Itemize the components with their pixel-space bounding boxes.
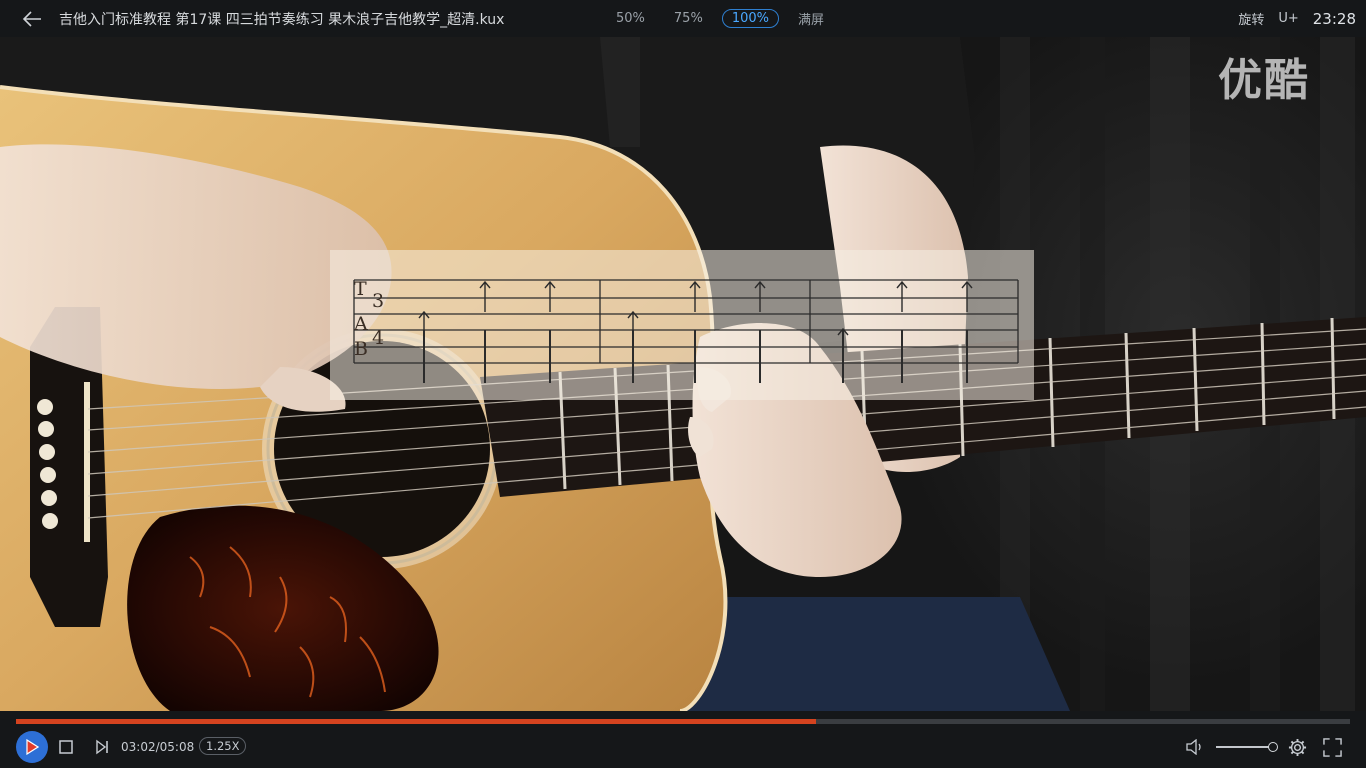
time-signature-bottom: 4 bbox=[372, 327, 385, 349]
settings-button[interactable] bbox=[1288, 738, 1307, 757]
stop-icon bbox=[59, 740, 73, 754]
upload-button[interactable]: U+ bbox=[1278, 11, 1298, 26]
fullscreen-icon bbox=[1323, 738, 1342, 757]
volume-knob[interactable] bbox=[1268, 742, 1278, 752]
tab-letter-b: B bbox=[354, 338, 368, 360]
back-button[interactable] bbox=[17, 0, 47, 37]
top-right-tools: 旋转 U+ 23:28 bbox=[1238, 0, 1356, 37]
gear-icon bbox=[1288, 738, 1307, 757]
tab-letter-a: A bbox=[354, 313, 368, 335]
tablature-staff bbox=[353, 279, 1019, 383]
zoom-options: 50% 75% 100% 满屏 bbox=[606, 7, 843, 30]
next-icon bbox=[96, 739, 108, 755]
watermark-logo: 优酷 bbox=[1218, 55, 1310, 106]
back-arrow-icon bbox=[22, 10, 41, 27]
rotate-button[interactable]: 旋转 bbox=[1238, 9, 1264, 28]
fullscreen-button[interactable] bbox=[1323, 738, 1342, 757]
tablature-overlay: T A B 3 4 bbox=[330, 250, 1034, 400]
zoom-50-button[interactable]: 50% bbox=[606, 9, 655, 28]
zoom-75-button[interactable]: 75% bbox=[664, 9, 713, 28]
volume-slider[interactable] bbox=[1216, 746, 1272, 748]
player-controls: 03:02/05:08 1.25X bbox=[0, 711, 1366, 768]
top-bar: 吉他入门标准教程 第17课 四三拍节奏练习 果木浪子吉他教学_超清.kux 50… bbox=[0, 0, 1366, 37]
play-icon bbox=[26, 739, 39, 755]
progress-fill bbox=[16, 719, 817, 724]
time-display: 03:02/05:08 bbox=[121, 740, 195, 754]
zoom-fill-button[interactable]: 满屏 bbox=[788, 7, 834, 30]
progress-bar[interactable] bbox=[16, 719, 1350, 724]
play-button[interactable] bbox=[16, 731, 48, 763]
stop-button[interactable] bbox=[59, 740, 73, 754]
clock: 23:28 bbox=[1312, 9, 1356, 28]
video-frame[interactable]: 优酷 T A B 3 4 bbox=[0, 37, 1366, 711]
next-button[interactable] bbox=[94, 739, 110, 755]
speed-button[interactable]: 1.25X bbox=[199, 737, 247, 755]
volume-button[interactable] bbox=[1186, 739, 1204, 755]
time-signature-top: 3 bbox=[372, 290, 385, 312]
video-title: 吉他入门标准教程 第17课 四三拍节奏练习 果木浪子吉他教学_超清.kux bbox=[59, 11, 505, 28]
tab-letter-t: T bbox=[354, 278, 367, 300]
zoom-100-button[interactable]: 100% bbox=[721, 9, 779, 28]
volume-icon bbox=[1186, 739, 1201, 755]
